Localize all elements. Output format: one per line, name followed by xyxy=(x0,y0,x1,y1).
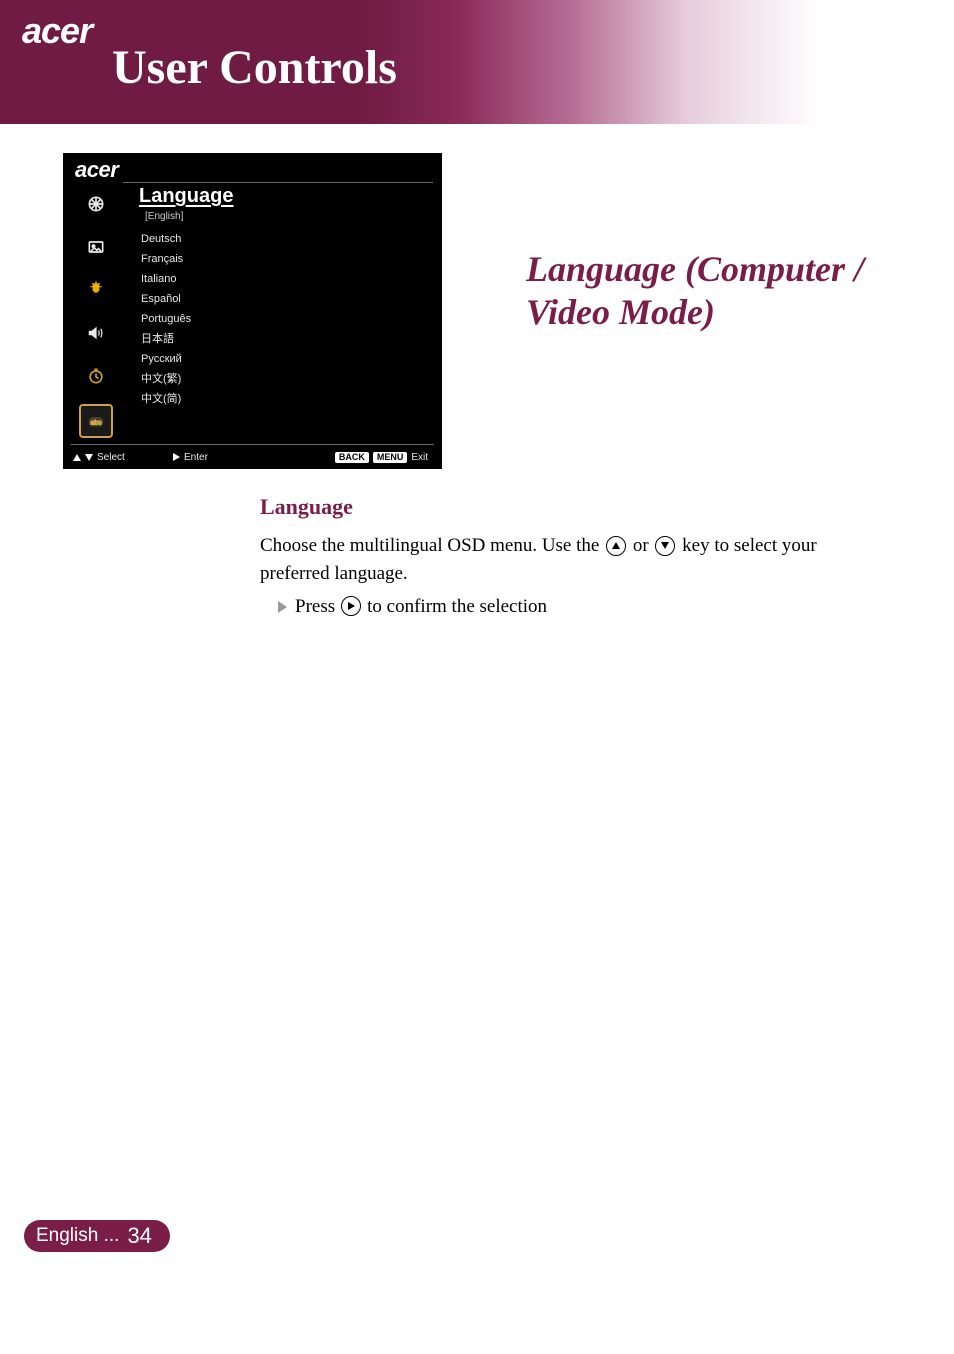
text-fragment: Choose the multilingual OSD menu. Use th… xyxy=(260,535,604,556)
language-icon: abc xyxy=(79,404,113,438)
list-item: Français xyxy=(141,249,191,269)
bullet-icon xyxy=(278,601,287,613)
brand-logo: acer xyxy=(22,10,92,52)
text-fragment: or xyxy=(633,535,654,556)
text-fragment: to confirm the selection xyxy=(367,596,547,618)
osd-current-selection: [English] xyxy=(145,211,183,222)
list-item: 日本語 xyxy=(141,329,191,349)
audio-icon xyxy=(81,318,111,348)
osd-screenshot: acer abc Language [English] Deutsch Fran… xyxy=(63,153,442,469)
osd-divider xyxy=(123,182,433,183)
section-title: Language (Computer / Video Mode) xyxy=(526,248,906,334)
osd-menu-heading: Language xyxy=(139,185,233,208)
right-arrow-icon xyxy=(173,453,180,461)
list-item: 中文(简) xyxy=(141,389,191,409)
list-item: Español xyxy=(141,289,191,309)
up-key-icon xyxy=(606,536,626,556)
menu-button-label: MENU xyxy=(373,452,408,463)
footer-language: English ... xyxy=(36,1225,119,1247)
header-banner: acer User Controls xyxy=(0,0,954,124)
footer-enter-label: Enter xyxy=(184,452,208,463)
image-icon xyxy=(81,232,111,262)
list-item: Русский xyxy=(141,349,191,369)
osd-footer: Select Enter BACK MENU Exit xyxy=(73,449,432,465)
list-item: 中文(繁) xyxy=(141,369,191,389)
body-paragraph-2: Press to confirm the selection xyxy=(278,596,868,618)
page-number: 34 xyxy=(127,1223,151,1249)
list-item: Deutsch xyxy=(141,229,191,249)
back-button-label: BACK xyxy=(335,452,369,463)
footer-exit-label: Exit xyxy=(411,452,428,463)
footer-select-label: Select xyxy=(97,452,125,463)
subsection-heading: Language xyxy=(260,494,353,520)
up-arrow-icon xyxy=(73,454,81,461)
osd-footer-divider xyxy=(71,444,434,445)
down-key-icon xyxy=(655,536,675,556)
management-icon xyxy=(81,275,111,305)
body-paragraph-1: Choose the multilingual OSD menu. Use th… xyxy=(260,532,870,587)
timer-icon xyxy=(81,361,111,391)
osd-brand-logo: acer xyxy=(75,157,118,183)
osd-sidebar: abc xyxy=(73,189,119,451)
list-item: Italiano xyxy=(141,269,191,289)
osd-language-list: Deutsch Français Italiano Español Portug… xyxy=(141,229,191,409)
page-title: User Controls xyxy=(112,40,397,95)
right-key-icon xyxy=(341,596,361,616)
list-item: Português xyxy=(141,309,191,329)
text-fragment: Press xyxy=(295,596,335,618)
page-footer: English ... 34 xyxy=(24,1220,170,1252)
down-arrow-icon xyxy=(85,454,93,461)
svg-text:abc: abc xyxy=(91,419,102,426)
color-icon xyxy=(81,189,111,219)
